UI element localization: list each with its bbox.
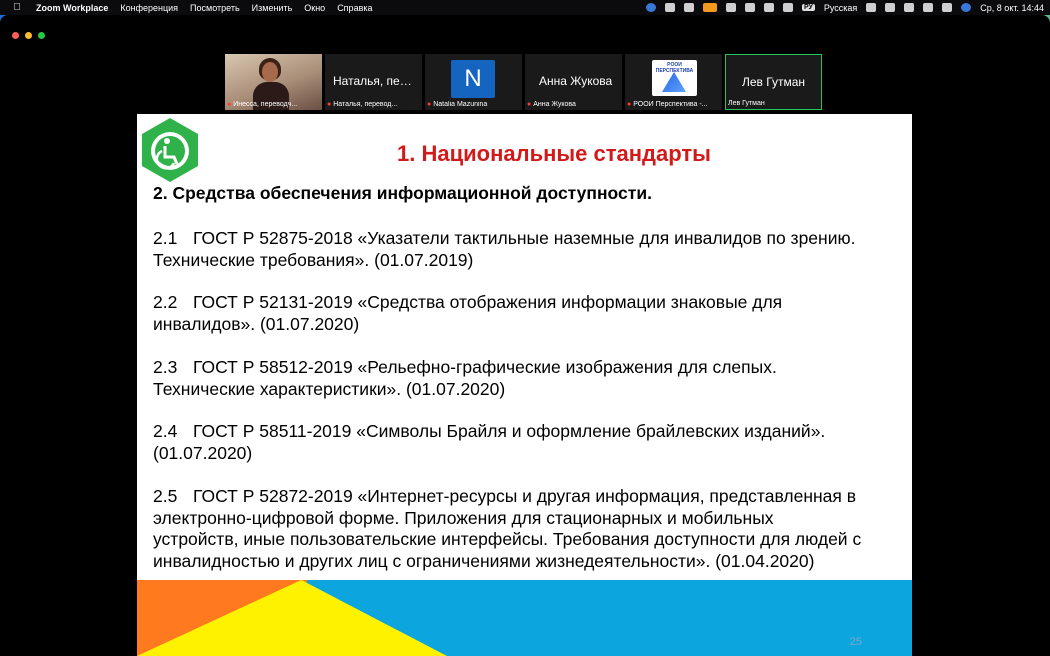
- standard-text-line: электронно-цифровой форме. Приложения дл…: [153, 507, 774, 528]
- participant-display-name: Наталья, пер...: [333, 74, 416, 88]
- menu-view[interactable]: Посмотреть: [190, 3, 240, 13]
- muted-mic-icon: ●: [227, 101, 232, 108]
- participant-tile[interactable]: ● Инесса, переводч...: [225, 54, 322, 110]
- standard-text-line: ГОСТ Р 52131-2019 «Средства отображения …: [193, 292, 783, 312]
- search-icon[interactable]: [923, 3, 934, 12]
- participant-logo: РООИ ПЕРСПЕКТИВА: [652, 60, 697, 96]
- standard-text-line: ГОСТ Р 58512-2019 «Рельефно-графические …: [193, 357, 777, 377]
- standard-number: 2.2: [153, 292, 178, 312]
- menu-edit[interactable]: Изменить: [252, 3, 293, 13]
- participant-name: РООИ Перспектива -...: [633, 101, 708, 108]
- shared-screen: 1. Национальные стандарты 2. Средства об…: [48, 114, 1002, 656]
- participant-label-row: ● Наталья, перевод...: [327, 101, 420, 108]
- standard-text-line: устройств, иные пользовательские интерфе…: [153, 529, 862, 549]
- menu-help[interactable]: Справка: [337, 3, 372, 13]
- muted-mic-icon: ●: [627, 101, 632, 108]
- standard-text-line: ГОСТ Р 52872-2019 «Интернет-ресурсы и др…: [193, 486, 857, 506]
- zoom-window: ● Инесса, переводч... Наталья, пер... ● На…: [0, 15, 1050, 656]
- keyboard-icon[interactable]: [782, 3, 793, 12]
- presentation-slide: 1. Национальные стандарты 2. Средства об…: [137, 114, 912, 656]
- avatar: N: [451, 60, 495, 98]
- participant-name: Наталья, перевод...: [333, 101, 398, 108]
- standard-text-line: Технические характеристики». (01.07.2020…: [153, 378, 506, 399]
- muted-mic-icon: ●: [327, 101, 332, 108]
- muted-mic-icon: ●: [427, 101, 432, 108]
- participant-tile-active-speaker[interactable]: Лев Гутман Лев Гутман: [725, 54, 822, 110]
- bluetooth-icon[interactable]: [866, 3, 877, 12]
- fullscreen-window-button[interactable]: [38, 32, 45, 39]
- menu-window[interactable]: Окно: [304, 3, 325, 13]
- participant-name: Лев Гутман: [728, 100, 765, 107]
- onedrive-icon[interactable]: [744, 3, 755, 12]
- participant-tile[interactable]: N ● Natalia Mazunina: [425, 54, 522, 110]
- kaspersky-icon[interactable]: [683, 3, 694, 12]
- participant-label-row: ● РООИ Перспектива -...: [627, 101, 720, 108]
- standard-text-line: инвалидностью и других лиц с ограничения…: [153, 550, 815, 571]
- participant-tile[interactable]: РООИ ПЕРСПЕКТИВА ● РООИ Перспектива -...: [625, 54, 722, 110]
- apple-icon[interactable]: : [10, 2, 24, 13]
- wifi-icon[interactable]: [904, 3, 915, 12]
- standard-text-line: инвалидов». (01.07.2020): [153, 313, 360, 334]
- participant-name: Анна Жукова: [533, 101, 576, 108]
- standard-item: 2.2 ГОСТ Р 52131-2019 «Средства отображен…: [153, 292, 893, 335]
- slide-heading: 2. Средства обеспечения информационной д…: [153, 183, 652, 203]
- standard-number: 2.5: [153, 486, 178, 506]
- siri-icon[interactable]: [961, 3, 972, 12]
- menu-conference[interactable]: Конференция: [120, 3, 178, 13]
- accessibility-logo-icon: [142, 118, 198, 182]
- participant-label-row: ● Инесса, переводч...: [227, 101, 320, 108]
- zoom-tray-icon[interactable]: [645, 3, 656, 12]
- teams-icon[interactable]: [664, 3, 675, 12]
- standard-item: 2.3 ГОСТ Р 58512-2019 «Рельефно-графическ…: [153, 357, 893, 400]
- battery-icon[interactable]: [885, 3, 896, 12]
- participant-video-face: [262, 62, 278, 82]
- window-controls: [12, 32, 45, 39]
- slide-page-mark: 25: [849, 636, 862, 648]
- participant-display-name: Лев Гутман: [742, 75, 805, 89]
- standard-text-line: ГОСТ Р 52875-2018 «Указатели тактильные …: [193, 228, 856, 248]
- standard-text-line: Технические требования». (01.07.2019): [153, 249, 474, 270]
- control-center-icon[interactable]: [942, 3, 953, 12]
- status-tray: РУ Русская Ср, 8 окт. 14:44: [645, 0, 1044, 15]
- muted-mic-icon: ●: [527, 101, 532, 108]
- participant-strip: ● Инесса, переводч... Наталья, пер... ● На…: [225, 54, 822, 110]
- standard-text-line: (01.07.2020): [153, 442, 253, 463]
- standard-item: 2.1 ГОСТ Р 52875-2018 «Указатели тактильн…: [153, 228, 893, 271]
- participant-label-row: Лев Гутман: [728, 100, 819, 107]
- participant-tile[interactable]: Анна Жукова ● Анна Жукова: [525, 54, 622, 110]
- user-icon[interactable]: [763, 3, 774, 12]
- clock[interactable]: Ср, 8 окт. 14:44: [980, 3, 1044, 13]
- wordpress-icon[interactable]: [725, 3, 736, 12]
- slide-title: 1. Национальные стандарты: [397, 141, 711, 166]
- input-language-badge[interactable]: РУ: [801, 4, 815, 11]
- microphone-icon[interactable]: [702, 3, 717, 12]
- close-window-button[interactable]: [12, 32, 19, 39]
- participant-label-row: ● Анна Жукова: [527, 101, 620, 108]
- standard-item: 2.5 ГОСТ Р 52872-2019 «Интернет-ресурсы и…: [153, 486, 893, 572]
- participant-name: Natalia Mazunina: [433, 101, 488, 108]
- standard-number: 2.1: [153, 228, 178, 248]
- standard-text-line: ГОСТ Р 58511-2019 «Символы Брайля и офор…: [193, 421, 826, 441]
- menu-app-name[interactable]: Zoom Workplace: [36, 3, 108, 13]
- minimize-window-button[interactable]: [25, 32, 32, 39]
- standard-number: 2.3: [153, 357, 178, 377]
- participant-tile[interactable]: Наталья, пер... ● Наталья, перевод...: [325, 54, 422, 110]
- input-language-label[interactable]: Русская: [824, 3, 857, 13]
- standard-item: 2.4 ГОСТ Р 58511-2019 «Символы Брайля и о…: [153, 421, 893, 464]
- logo-text: РООИ ПЕРСПЕКТИВА: [655, 62, 694, 74]
- participant-display-name: Анна Жукова: [539, 74, 613, 88]
- participant-label-row: ● Natalia Mazunina: [427, 101, 520, 108]
- participant-name: Инесса, переводч...: [233, 101, 298, 108]
- menu-bar:  Zoom Workplace Конференция Посмотреть …: [0, 0, 1050, 15]
- logo-shape-icon: [662, 72, 686, 92]
- standard-number: 2.4: [153, 421, 178, 441]
